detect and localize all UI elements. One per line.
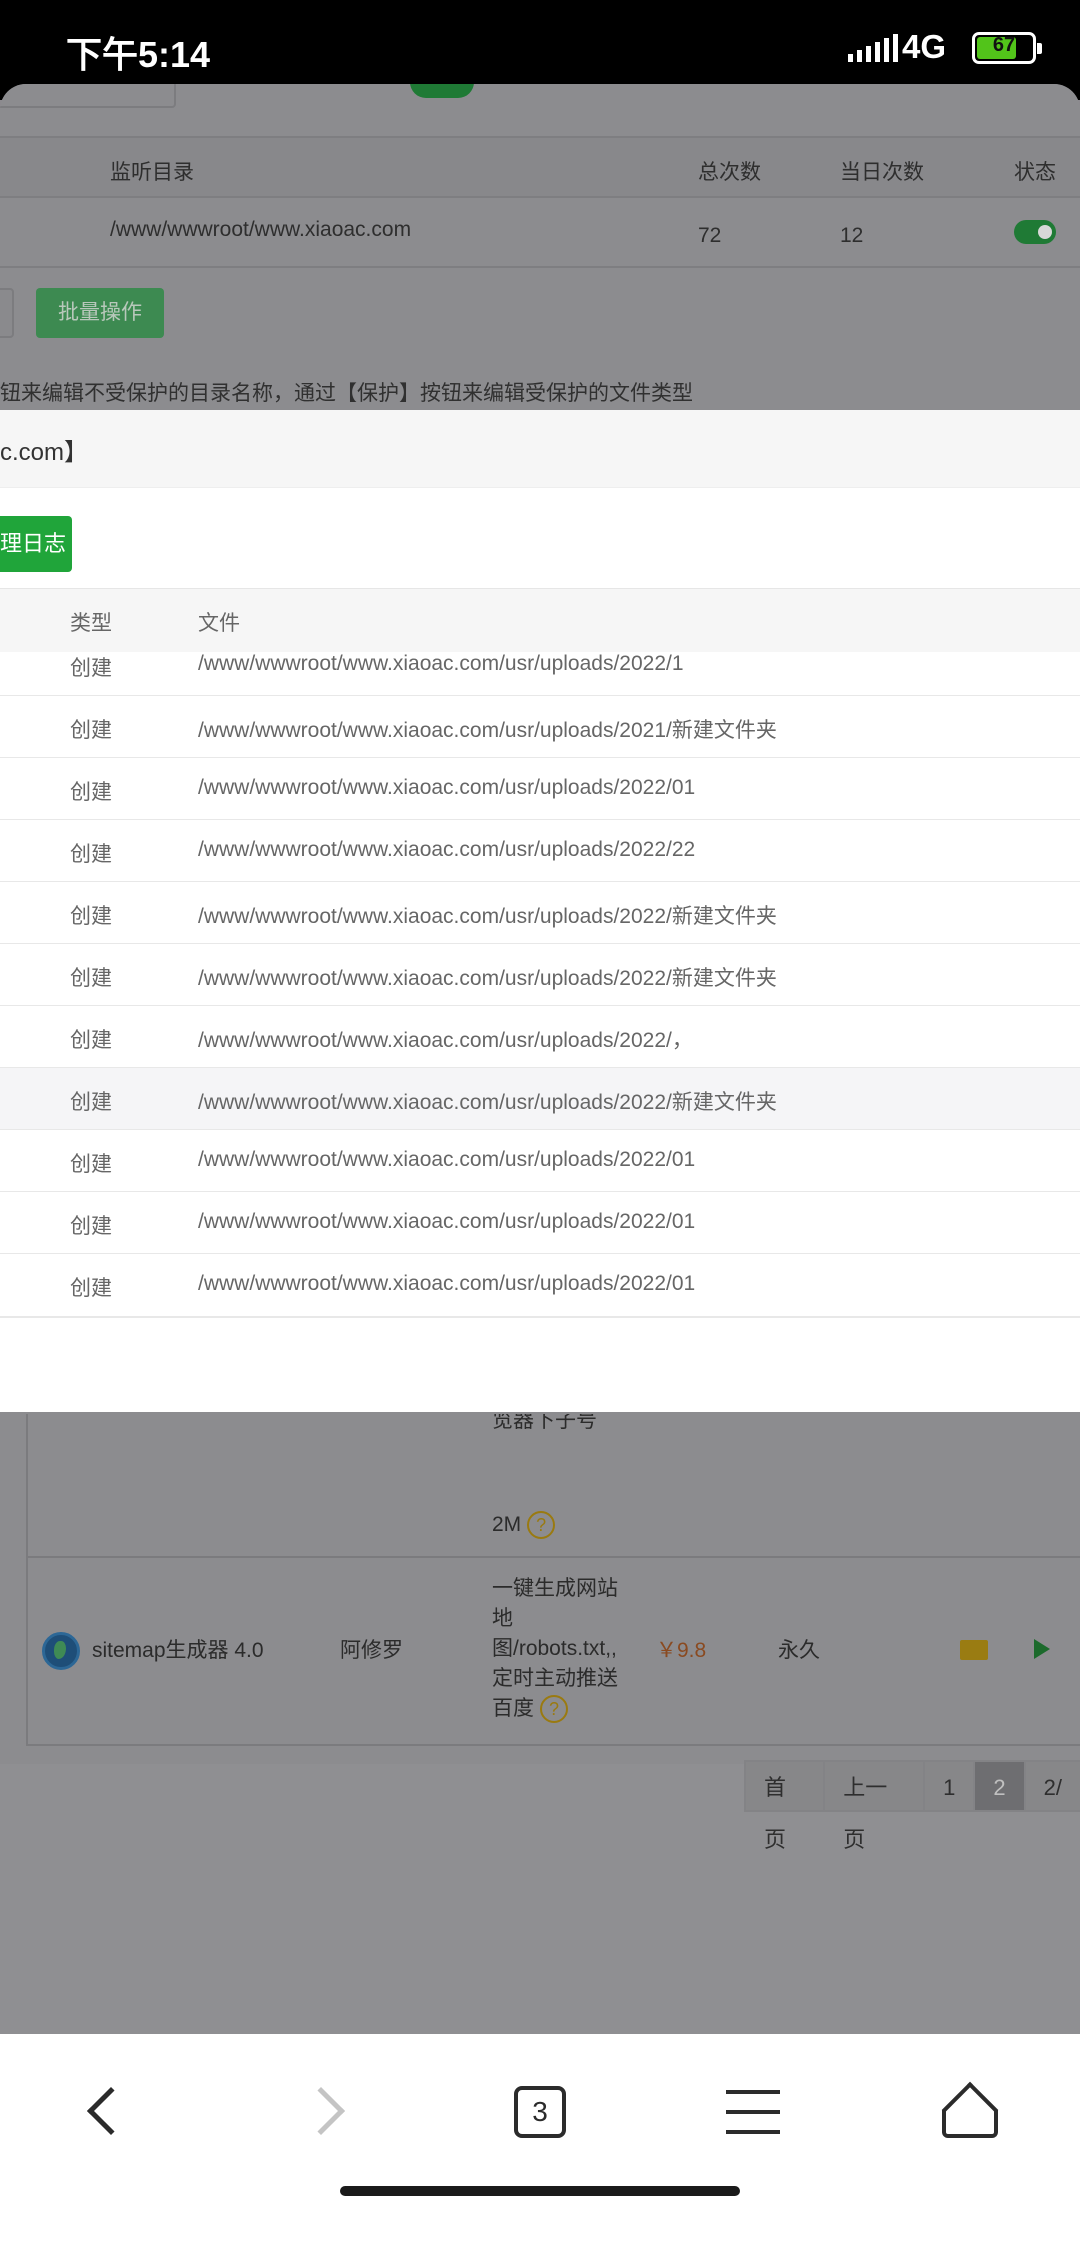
bg-table-row: /www/wwwroot/www.xiaoac.com 72 12 bbox=[0, 198, 1080, 268]
bg-table-header: 监听目录 总次数 当日次数 状态 bbox=[0, 136, 1080, 198]
plugin-name: sitemap生成器 4.0 bbox=[92, 1639, 264, 1662]
bg-col-today: 当日次数 bbox=[840, 161, 924, 184]
bg-top-input bbox=[0, 84, 176, 108]
help-icon: ? bbox=[540, 1695, 568, 1723]
plugin-period: 永久 bbox=[778, 1639, 820, 1662]
table-row: 创建 /www/wwwroot/www.xiaoac.com/usr/uploa… bbox=[0, 820, 1080, 882]
manage-log-button[interactable]: 理日志 bbox=[0, 516, 72, 572]
chevron-left-icon bbox=[86, 2086, 136, 2136]
bg-col-dir: 监听目录 bbox=[110, 161, 194, 184]
battery-icon: 67 bbox=[972, 32, 1042, 64]
signal-icon bbox=[848, 34, 898, 62]
pager-page-2: 2 bbox=[973, 1760, 1026, 1812]
play-icon bbox=[1034, 1639, 1050, 1659]
col-type: 类型 bbox=[70, 612, 112, 635]
modal-table-header: 类型 文件 bbox=[0, 588, 1080, 652]
home-button[interactable] bbox=[932, 2078, 1012, 2158]
log-modal: c.com】 理日志 类型 文件 创建 /www/wwwroot/www.xia… bbox=[0, 410, 1080, 1412]
bg-status-toggle bbox=[1014, 220, 1056, 244]
table-row: 创建 /www/wwwroot/www.xiaoac.com/usr/uploa… bbox=[0, 1006, 1080, 1068]
battery-level: 67 bbox=[992, 34, 1016, 56]
network-type: 4G bbox=[902, 28, 947, 65]
browser-toolbar: 3 bbox=[0, 2034, 1080, 2244]
table-row: 创建 /www/wwwroot/www.xiaoac.com/usr/uploa… bbox=[0, 1130, 1080, 1192]
table-bottom-border bbox=[0, 1316, 1080, 1318]
table-row: 创建 /www/wwwroot/www.xiaoac.com/usr/uploa… bbox=[0, 758, 1080, 820]
pager-count: 2/ bbox=[1023, 1760, 1080, 1812]
bg-row-total: 72 bbox=[698, 224, 722, 247]
table-row: 创建 /www/wwwroot/www.xiaoac.com/usr/uploa… bbox=[0, 1068, 1080, 1130]
plugin-author: 阿修罗 bbox=[340, 1639, 403, 1662]
bg-plugin-list: 览器下子号 2M? sitemap生成器 4.0 阿修罗 一键生成网站 地 图/… bbox=[26, 1414, 1080, 1746]
menu-button[interactable] bbox=[718, 2078, 798, 2158]
table-row: 创建 /www/wwwroot/www.xiaoac.com/usr/uploa… bbox=[0, 1254, 1080, 1314]
tab-count: 3 bbox=[514, 2086, 566, 2138]
status-time: 下午5:14 bbox=[66, 34, 211, 75]
bg-plugin-desc-size: 2M? bbox=[492, 1510, 556, 1540]
col-file: 文件 bbox=[198, 612, 240, 635]
table-row: 创建 /www/wwwroot/www.xiaoac.com/usr/uploa… bbox=[0, 696, 1080, 758]
pagination: 首页 上一页 1 2 2/ bbox=[744, 1760, 1080, 1852]
help-icon: ? bbox=[527, 1511, 556, 1539]
bg-batch-button: 批量操作 bbox=[36, 288, 164, 338]
table-row: 创建 /www/wwwroot/www.xiaoac.com/usr/uploa… bbox=[0, 1192, 1080, 1254]
bg-select bbox=[0, 288, 14, 338]
modal-titlebar: c.com】 bbox=[0, 410, 1080, 488]
pager-first: 首页 bbox=[744, 1760, 826, 1852]
plugin-price: ￥9.8 bbox=[656, 1639, 707, 1662]
bg-plugin-desc-tail: 览器下子号 bbox=[492, 1414, 597, 1432]
modal-table-body[interactable]: 创建 /www/wwwroot/www.xiaoac.com/usr/uploa… bbox=[0, 652, 1080, 1314]
folder-icon bbox=[960, 1640, 988, 1660]
bg-row-today: 12 bbox=[840, 224, 864, 247]
pager-page-1: 1 bbox=[923, 1760, 976, 1812]
back-button[interactable] bbox=[66, 2078, 146, 2158]
bg-top-toggle bbox=[410, 84, 474, 98]
bg-col-status: 状态 bbox=[1014, 161, 1056, 184]
modal-title: c.com】 bbox=[0, 439, 89, 466]
table-row: 创建 /www/wwwroot/www.xiaoac.com/usr/uploa… bbox=[0, 882, 1080, 944]
home-indicator[interactable] bbox=[340, 2186, 740, 2196]
tabs-button[interactable]: 3 bbox=[500, 2078, 580, 2158]
forward-button[interactable] bbox=[290, 2078, 370, 2158]
bg-row-dir: /www/wwwroot/www.xiaoac.com bbox=[110, 218, 412, 241]
table-row: 创建 /www/wwwroot/www.xiaoac.com/usr/uploa… bbox=[0, 944, 1080, 1006]
globe-icon bbox=[42, 1632, 80, 1670]
bg-note: 钮来编辑不受保护的目录名称，通过【保护】按钮来编辑受保护的文件类型 bbox=[0, 382, 693, 405]
chevron-right-icon bbox=[296, 2086, 346, 2136]
table-row: 创建 /www/wwwroot/www.xiaoac.com/usr/uploa… bbox=[0, 652, 1080, 696]
bg-col-total: 总次数 bbox=[698, 161, 761, 184]
plugin-desc: 一键生成网站 地 图/robots.txt,, 定时主动推送 百度? bbox=[492, 1574, 618, 1724]
pager-prev: 上一页 bbox=[823, 1760, 926, 1852]
